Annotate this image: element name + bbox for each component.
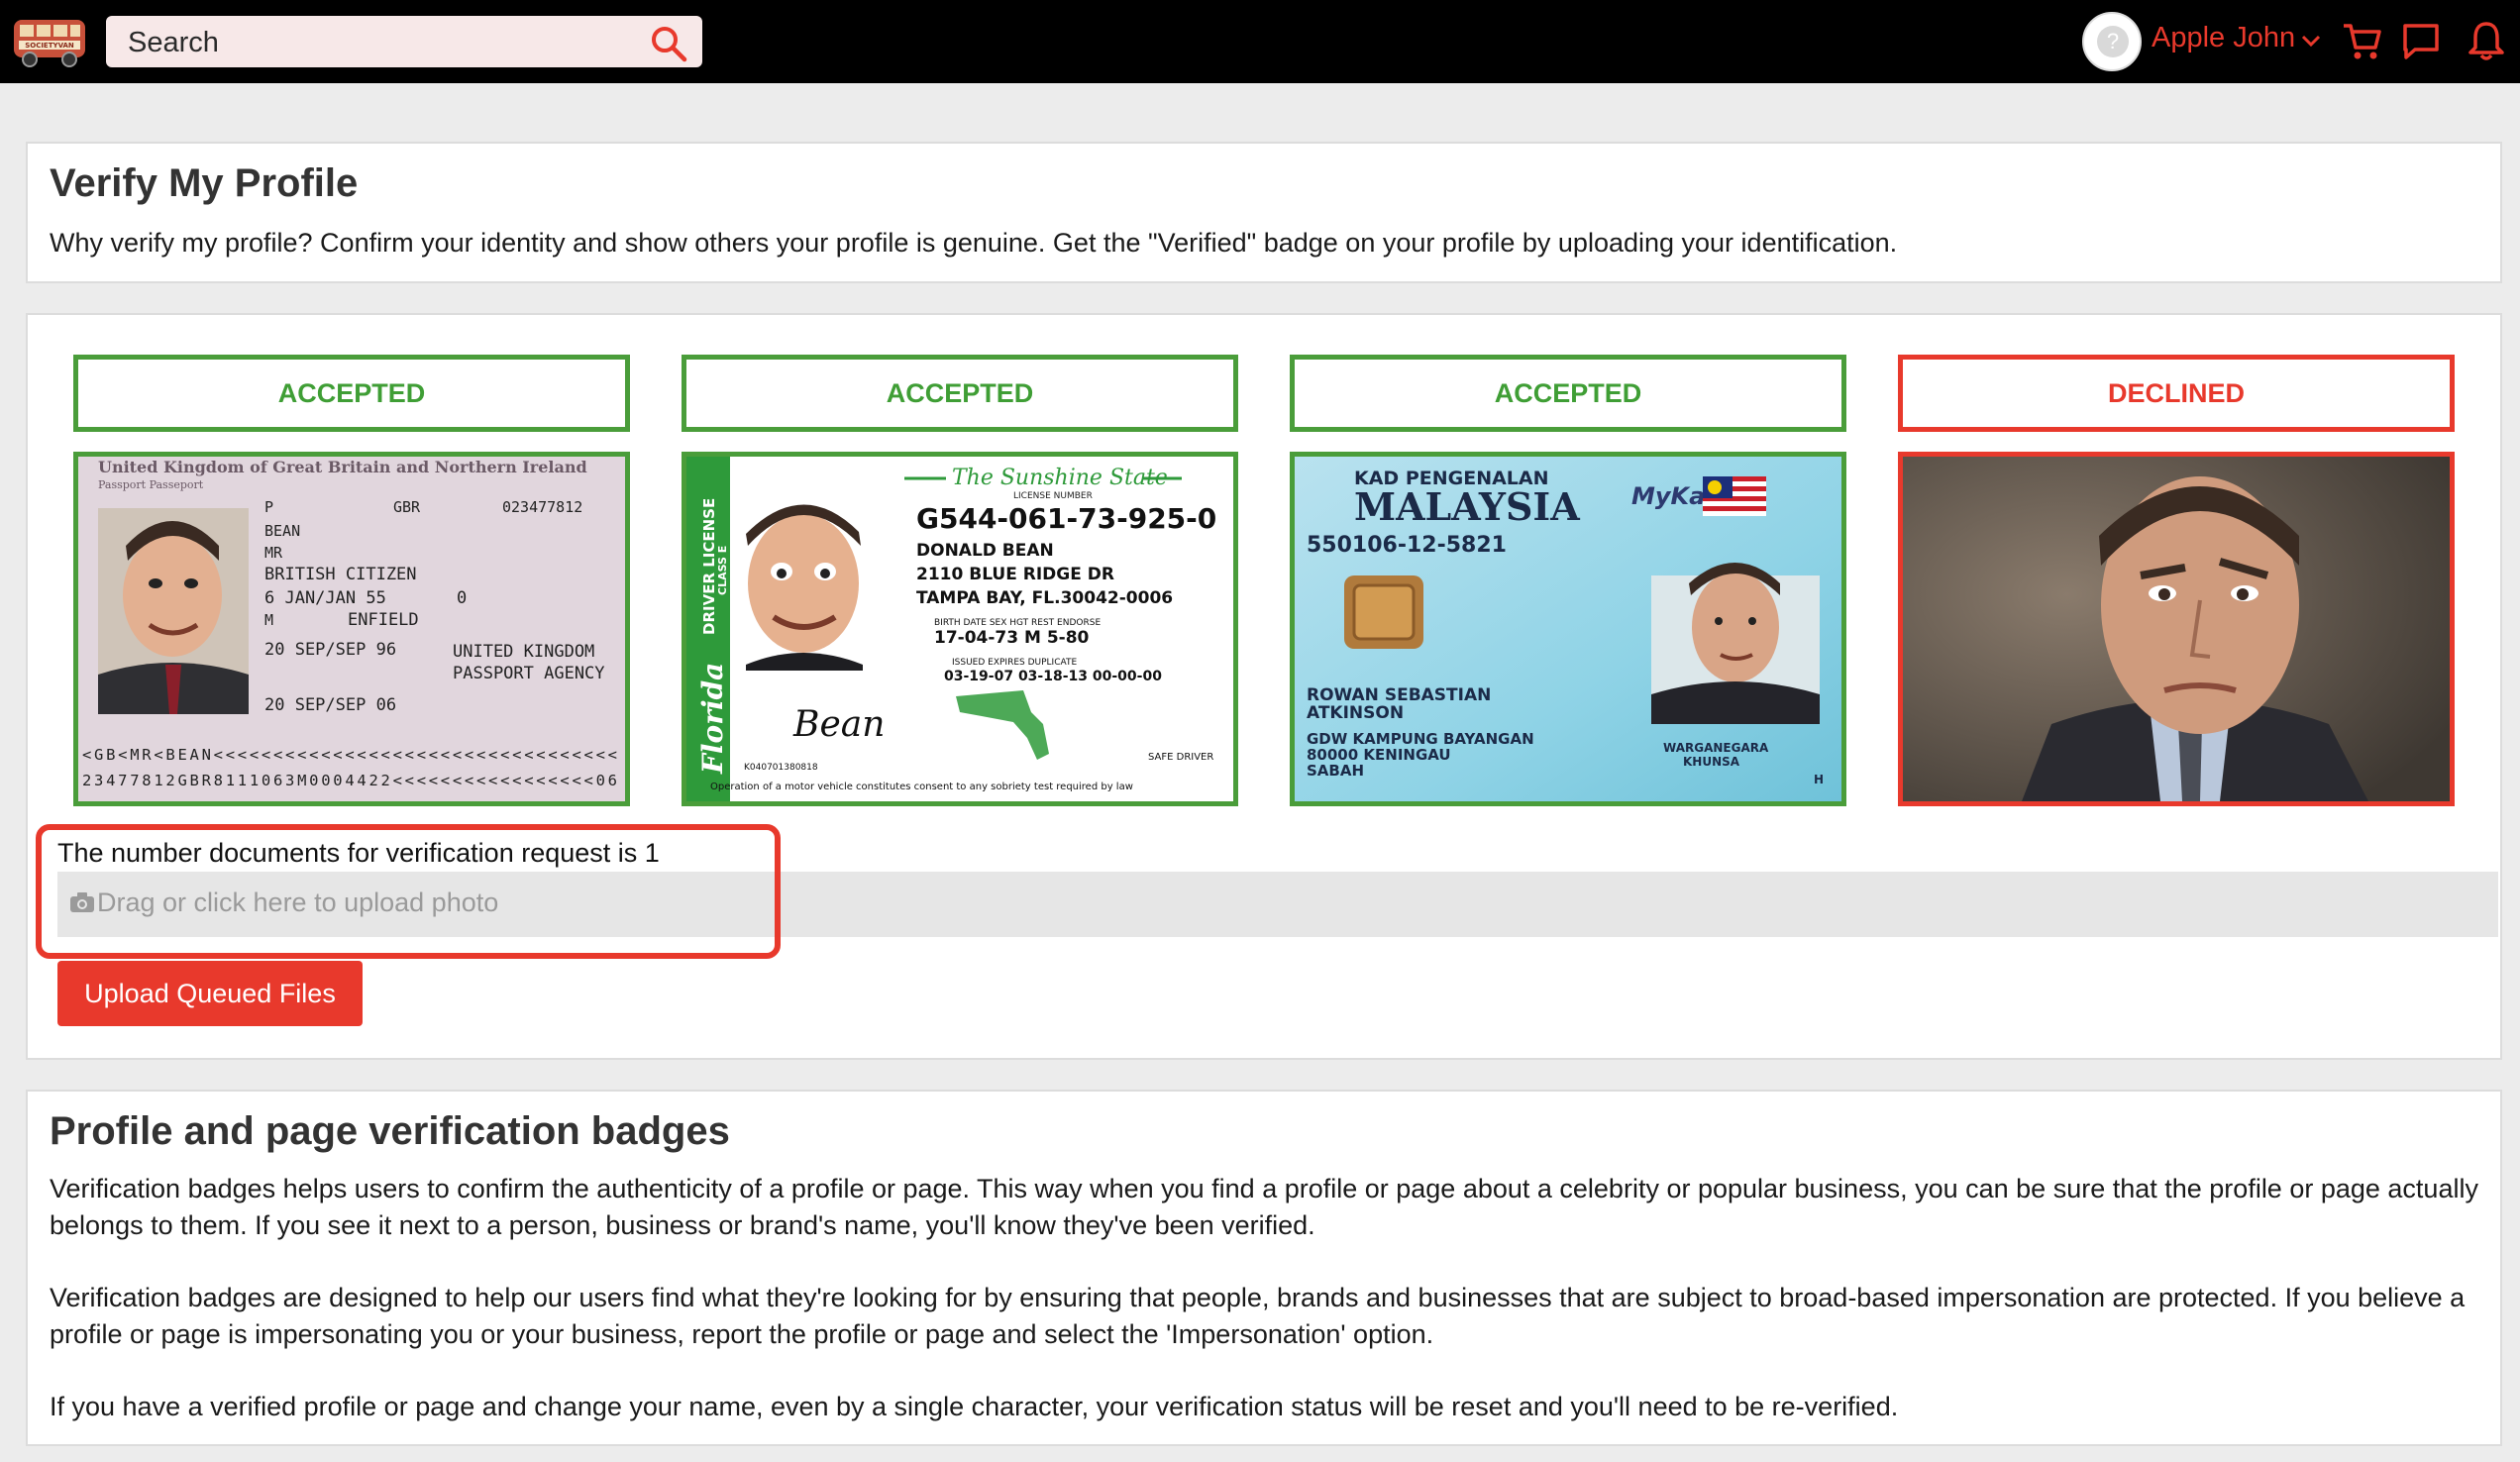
license-serial: K040701380818 [744,763,818,773]
license-labels2: ISSUED EXPIRES DUPLICATE [952,658,1077,668]
passport-mrz2: 23477812GBR8111063M0004422<<<<<<<<<<<<<<… [82,772,617,789]
avatar[interactable]: ? [2082,12,2142,71]
license-dates: 03-19-07 03-18-13 00-00-00 [944,669,1162,684]
mykad-name2: ATKINSON [1307,703,1404,723]
license-label: LICENSE NUMBER [1013,491,1093,501]
license-labels: BIRTH DATE SEX HGT REST ENDORSE [934,618,1101,628]
mykad-id: 550106-12-5821 [1307,533,1507,558]
license-side2: CLASS E [716,546,729,595]
passport-nationality: BRITISH CITIZEN [264,565,417,584]
passport-place: ENFIELD [348,610,419,630]
passport-issued: 20 SEP/SEP 96 [264,640,396,660]
document-image-mykad[interactable]: KAD PENGENALAN MALAYSIA 550106-12-5821 R… [1290,452,1846,806]
bell-icon[interactable] [2467,20,2506,61]
status-badge: ACCEPTED [73,355,630,432]
status-badge: ACCEPTED [1290,355,1846,432]
document-image-photo[interactable] [1898,452,2455,806]
highlight-outline [36,824,781,959]
badges-paragraph-3: If you have a verified profile or page a… [50,1392,1899,1421]
passport-authority2: PASSPORT AGENCY [453,664,605,683]
intro-description: Why verify my profile? Confirm your iden… [50,228,1898,258]
document-image-passport[interactable]: United Kingdom of Great Britain and Nort… [73,452,630,806]
cart-icon[interactable] [2342,20,2381,61]
license-addr1: 2110 BLUE RIDGE DR [916,565,1114,584]
badges-paragraph-2: Verification badges are designed to help… [50,1283,2466,1349]
upload-queued-files-button[interactable]: Upload Queued Files [57,961,363,1026]
bus-logo-icon[interactable]: SOCIETYVAN [11,12,88,69]
status-badge: DECLINED [1898,355,2455,432]
mykad-country: MALAYSIA [1354,484,1580,529]
passport-sex: M [264,611,273,629]
passport-number: 023477812 [502,498,582,516]
search-placeholder: Search [128,27,219,58]
verify-intro-panel: Verify My Profile Why verify my profile?… [26,142,2502,283]
mykad-name1: ROWAN SEBASTIAN [1307,685,1491,705]
logo-text: SOCIETYVAN [25,42,74,50]
license-state: The Sunshine State [952,466,1168,490]
top-bar: SOCIETYVAN Search ? Apple John [0,0,2520,83]
mykad-cit2: KHUNSA [1683,755,1740,769]
search-icon[interactable] [649,24,688,63]
license-addr2: TAMPA BAY, FL.30042-0006 [916,588,1173,608]
user-name[interactable]: Apple John [2152,22,2295,54]
search-input[interactable]: Search [106,16,702,67]
badges-info-panel: Profile and page verification badges Ver… [26,1090,2502,1446]
status-badge: ACCEPTED [682,355,1238,432]
documents-panel: ACCEPTED United Kingdom of Great Britain… [26,313,2502,1060]
passport-expiry: 20 SEP/SEP 06 [264,695,396,715]
license-footer: Operation of a motor vehicle constitutes… [710,782,1133,792]
document-image-license[interactable]: DRIVER LICENSE CLASS E Florida The Sunsh… [682,452,1238,806]
passport-surname: BEAN [264,522,300,540]
passport-header: United Kingdom of Great Britain and Nort… [98,458,587,476]
license-birth: 17-04-73 M 5-80 [934,628,1090,648]
license-signature: Bean [792,704,885,745]
passport-type: P [264,498,273,516]
passport-sub: Passport Passeport [98,478,204,491]
passport-num0: 0 [457,588,467,608]
section-title: Profile and page verification badges [50,1109,730,1153]
passport-dob: 6 JAN/JAN 55 [264,588,386,608]
chat-icon[interactable] [2401,22,2441,61]
mykad-cit1: WARGANEGARA [1663,741,1769,755]
page-title: Verify My Profile [50,161,359,205]
license-number: G544-061-73-925-0 [916,502,1216,535]
license-safe: SAFE DRIVER [1148,752,1213,763]
mykad-h: H [1814,773,1824,786]
passport-authority1: UNITED KINGDOM [453,642,594,662]
license-name: DONALD BEAN [916,541,1054,561]
mykad-addr3: SABAH [1307,762,1364,780]
license-florida: Florida [696,663,729,775]
user-placeholder-icon: ? [2097,26,2129,57]
passport-title: MR [264,544,283,562]
passport-mrz1: <GB<MR<BEAN<<<<<<<<<<<<<<<<<<<<<<<<<<<<<… [82,746,617,764]
passport-code: GBR [393,498,421,516]
badges-paragraph-1: Verification badges helps users to confi… [50,1174,2478,1240]
chevron-down-icon[interactable] [2300,30,2322,52]
